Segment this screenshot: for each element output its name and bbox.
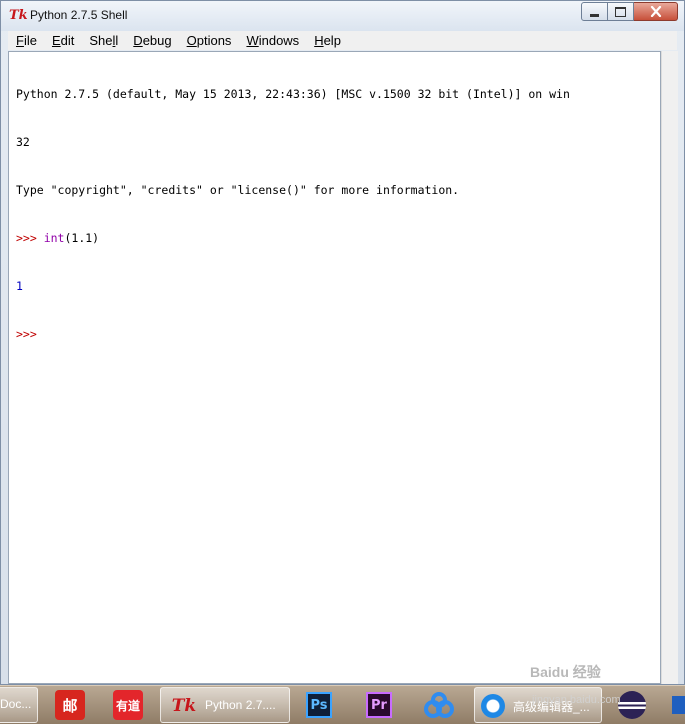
current-prompt[interactable]: >>> [16,326,660,342]
baidu-cloud-icon [424,692,454,718]
output-result: 1 [16,279,23,293]
minimize-icon [590,13,599,17]
banner-line-wrap: 32 [16,135,30,149]
prompt: >>> [16,231,44,245]
close-button[interactable] [634,2,678,21]
window-controls [581,2,678,22]
menu-bar: File Edit Shell Debug Options Windows Help [8,31,677,50]
overflow-app-icon [672,696,685,714]
window-title: Python 2.7.5 Shell [30,8,128,22]
maximize-icon [615,6,626,17]
menu-file[interactable]: File [8,33,44,48]
banner-line: Python 2.7.5 (default, May 15 2013, 22:4… [16,87,570,101]
eclipse-icon [618,691,646,719]
tk-app-icon: Tk [9,8,28,23]
taskbar-doc-label: Doc... [0,697,32,711]
taskbar-overflow[interactable] [668,687,685,723]
menu-edit[interactable]: Edit [44,33,81,48]
vertical-scrollbar[interactable] [661,51,678,684]
mail-app-icon: 邮 [55,690,85,720]
input-args: (1.1) [64,231,100,245]
builtin-keyword: int [43,231,65,245]
photoshop-icon: Ps [306,692,332,718]
menu-help[interactable]: Help [306,33,348,48]
baidu-watermark: Baidu 经验 [530,664,601,680]
taskbar-doc[interactable]: Doc... [0,687,38,723]
python-shell-window: Tk Python 2.7.5 Shell File Edit Shell Debug… [0,0,685,685]
minimize-button[interactable] [581,2,608,21]
browser-icon [481,694,505,718]
menu-windows[interactable]: Windows [238,33,306,48]
youdao-icon: 有道 [113,690,143,720]
title-bar[interactable]: Tk Python 2.7.5 Shell [1,1,684,31]
premiere-icon: Pr [366,692,392,718]
input-line: >>> int(1.1) [16,230,660,246]
baidu-watermark-url: jingyan.baidu.com [532,694,621,706]
menu-shell[interactable]: Shell [81,33,125,48]
info-line: Type "copyright", "credits" or "license(… [16,183,460,197]
menu-options[interactable]: Options [179,33,239,48]
taskbar-python[interactable]: Tk Python 2.7.... [160,687,290,723]
taskbar-youdao[interactable]: 有道 [111,687,145,723]
maximize-button[interactable] [608,2,634,21]
taskbar-mail[interactable]: 邮 [53,687,87,723]
taskbar-premiere[interactable]: Pr [363,687,397,723]
taskbar-python-label: Python 2.7.... [205,698,276,712]
taskbar-baidu-cloud[interactable] [420,687,458,723]
shell-text-area[interactable]: Python 2.7.5 (default, May 15 2013, 22:4… [8,51,661,684]
close-icon [650,6,661,17]
taskbar-photoshop[interactable]: Ps [303,687,337,723]
tk-python-icon: Tk [171,696,197,716]
menu-debug[interactable]: Debug [125,33,178,48]
